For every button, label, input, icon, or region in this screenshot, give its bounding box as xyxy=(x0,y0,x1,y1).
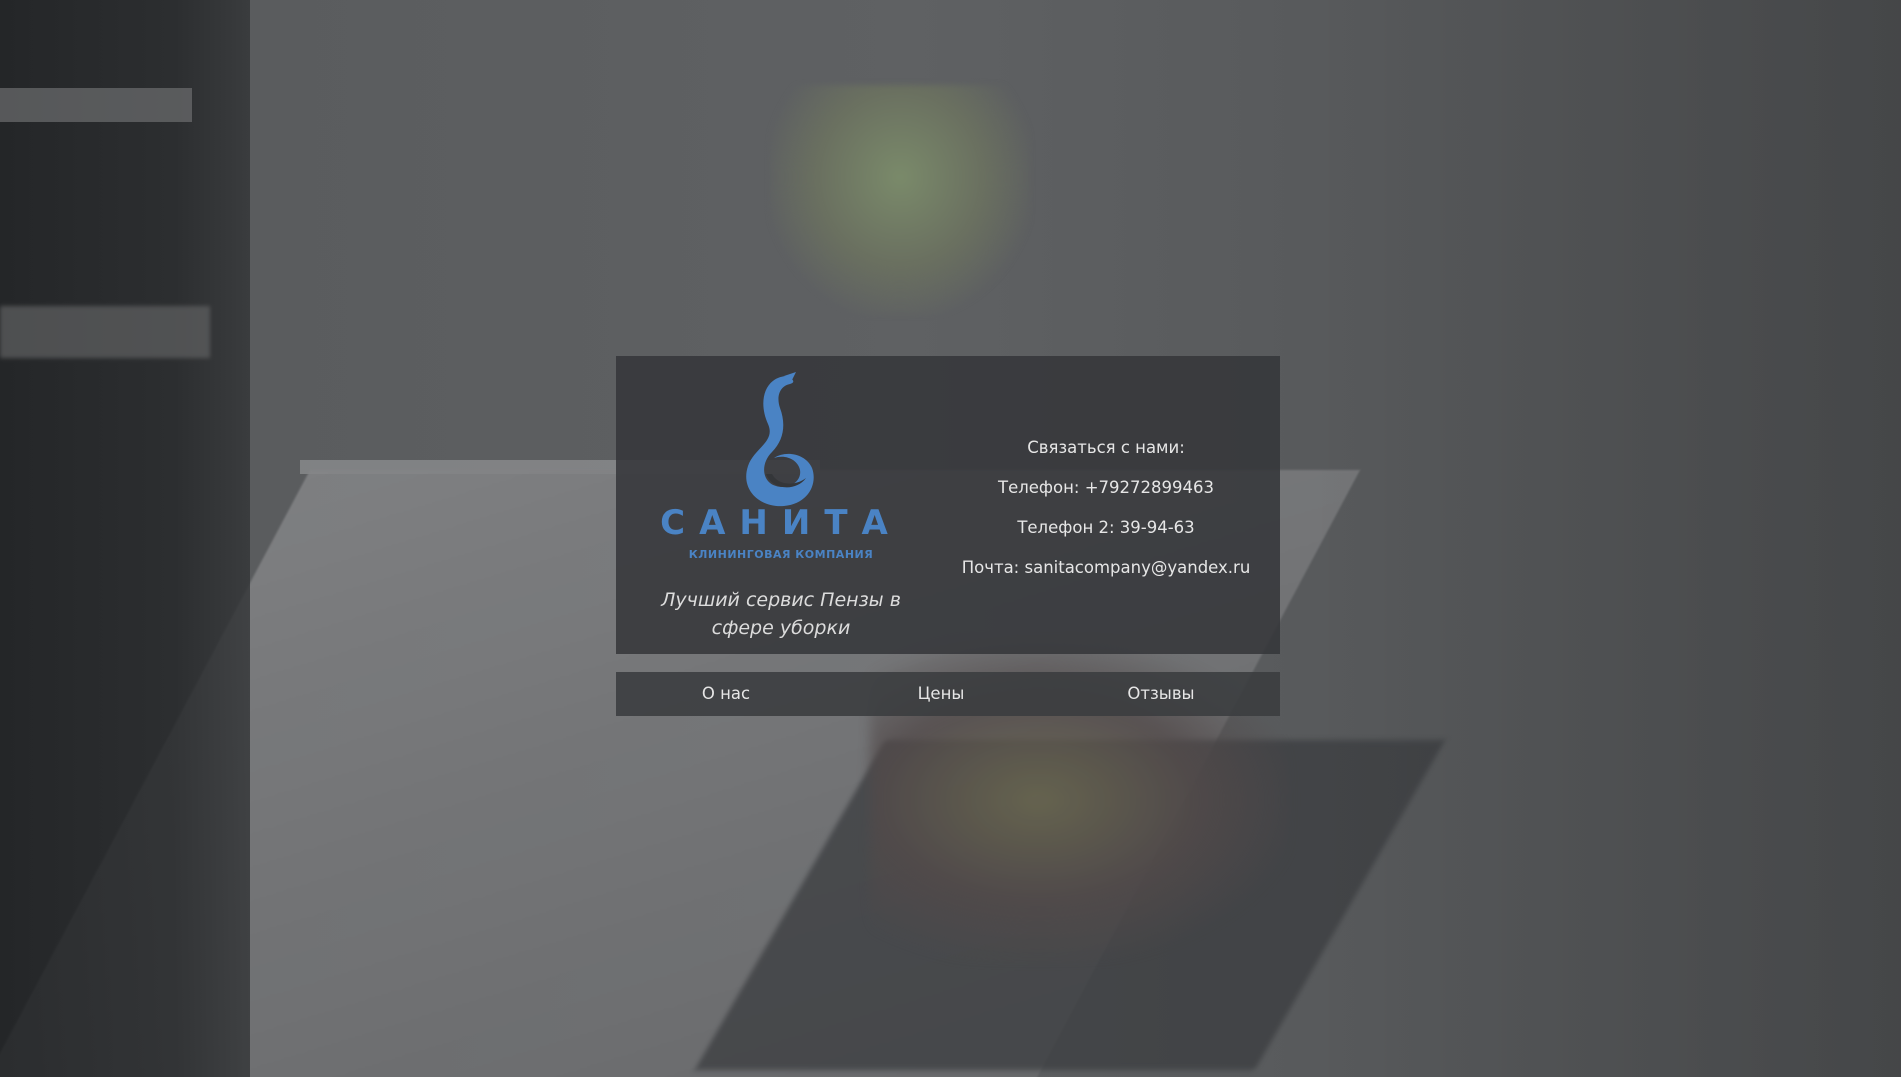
slogan: Лучший сервис Пензы в сфере уборки xyxy=(661,589,901,639)
email-text: Почта: sanitacompany@yandex.ru xyxy=(961,558,1251,577)
brand-tagline: КЛИНИНГОВАЯ КОМПАНИЯ xyxy=(689,548,873,561)
brand-name: САНИТА xyxy=(660,503,902,543)
header-card: САНИТА КЛИНИНГОВАЯ КОМПАНИЯ Лучший серви… xyxy=(616,356,1280,654)
nav-prices-link[interactable]: Цены xyxy=(871,672,1011,716)
swan-icon: САНИТА КЛИНИНГОВАЯ КОМПАНИЯ xyxy=(660,372,902,561)
phone-text: Телефон: +79272899463 xyxy=(997,478,1215,497)
company-logo[interactable]: САНИТА КЛИНИНГОВАЯ КОМПАНИЯ xyxy=(636,368,926,568)
contacts-heading: Связаться с нами: xyxy=(1027,438,1185,457)
nav-about-link[interactable]: О нас xyxy=(656,672,796,716)
main-nav: О нас Цены Отзывы xyxy=(616,672,1280,716)
phone2-text: Телефон 2: 39-94-63 xyxy=(1017,518,1195,537)
contacts-block: Связаться с нами: Телефон: +79272899463 … xyxy=(956,428,1256,588)
nav-reviews-link[interactable]: Отзывы xyxy=(1091,672,1231,716)
